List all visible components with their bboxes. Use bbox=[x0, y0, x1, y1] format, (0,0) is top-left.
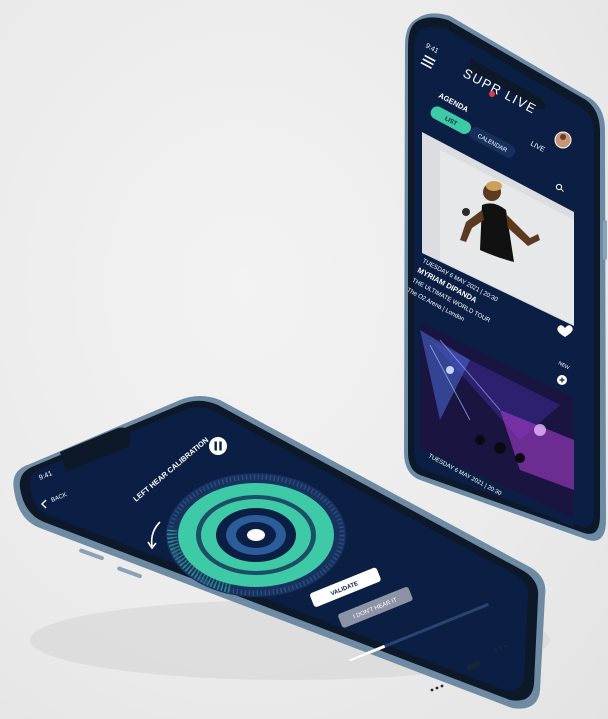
pause-icon bbox=[209, 437, 227, 455]
dial-center bbox=[247, 529, 265, 541]
left-phone: 9:41 BACK LEFT HEAR CALIBRATION VALIDATE… bbox=[13, 396, 550, 709]
calibration-dial[interactable] bbox=[166, 473, 346, 597]
pause-button[interactable] bbox=[209, 437, 227, 455]
